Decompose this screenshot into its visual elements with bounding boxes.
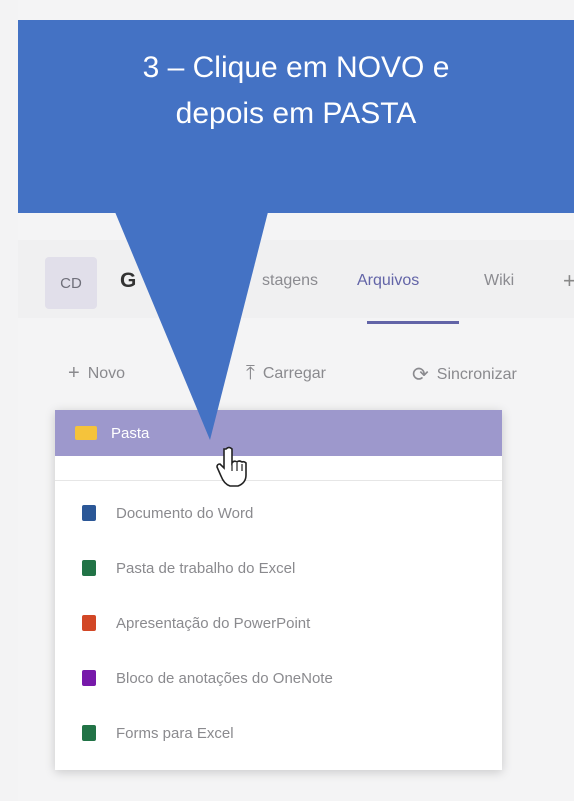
onenote-icon	[82, 670, 96, 686]
menu-separator	[55, 480, 502, 481]
upload-button[interactable]: ⤒ Carregar	[246, 362, 326, 385]
menu-item-word[interactable]: Documento do Word	[55, 490, 502, 536]
menu-item-label: Forms para Excel	[116, 724, 234, 742]
powerpoint-icon	[82, 615, 96, 631]
sync-button-label: Sincronizar	[436, 365, 517, 383]
menu-item-label: Bloco de anotações do OneNote	[116, 669, 333, 687]
avatar-initials: CD	[60, 274, 82, 292]
folder-icon	[75, 426, 97, 440]
sync-button[interactable]: ⟳ Sincronizar	[412, 362, 517, 387]
tab-wiki[interactable]: Wiki	[484, 272, 514, 290]
callout-line-1: 3 – Clique em NOVO e	[142, 51, 450, 84]
menu-item-forms-excel[interactable]: Forms para Excel	[55, 710, 502, 756]
menu-item-folder[interactable]: Pasta	[55, 410, 502, 456]
sync-icon: ⟳	[412, 364, 429, 386]
tab-arquivos[interactable]: Arquivos	[357, 272, 419, 290]
menu-item-label: Pasta de trabalho do Excel	[116, 559, 296, 577]
callout-text: 3 – Clique em NOVO e depois em PASTA	[18, 45, 574, 137]
team-avatar: CD	[45, 257, 97, 309]
tab-postagens[interactable]: stagens	[262, 272, 318, 290]
hand-cursor-icon	[216, 446, 247, 487]
word-icon	[82, 505, 96, 521]
active-tab-indicator	[367, 321, 459, 324]
menu-item-powerpoint[interactable]: Apresentação do PowerPoint	[55, 600, 502, 646]
menu-item-label: Apresentação do PowerPoint	[116, 614, 311, 632]
upload-button-label: Carregar	[262, 364, 326, 382]
new-menu-dropdown: Pasta Documento do Word Pasta de trabalh…	[55, 410, 502, 770]
new-button-label: Novo	[87, 364, 126, 382]
forms-excel-icon	[82, 725, 96, 741]
menu-item-label: Pasta	[111, 424, 150, 442]
menu-item-excel[interactable]: Pasta de trabalho do Excel	[55, 545, 502, 591]
callout-line-2: depois em PASTA	[175, 97, 417, 130]
excel-icon	[82, 560, 96, 576]
plus-icon: +	[68, 362, 80, 384]
new-button[interactable]: + Novo	[68, 362, 125, 385]
upload-icon: ⤒	[246, 362, 255, 384]
team-name[interactable]: G	[120, 269, 136, 293]
add-tab-button[interactable]: +	[563, 268, 574, 294]
menu-item-label: Documento do Word	[116, 504, 254, 522]
menu-item-onenote[interactable]: Bloco de anotações do OneNote	[55, 655, 502, 701]
